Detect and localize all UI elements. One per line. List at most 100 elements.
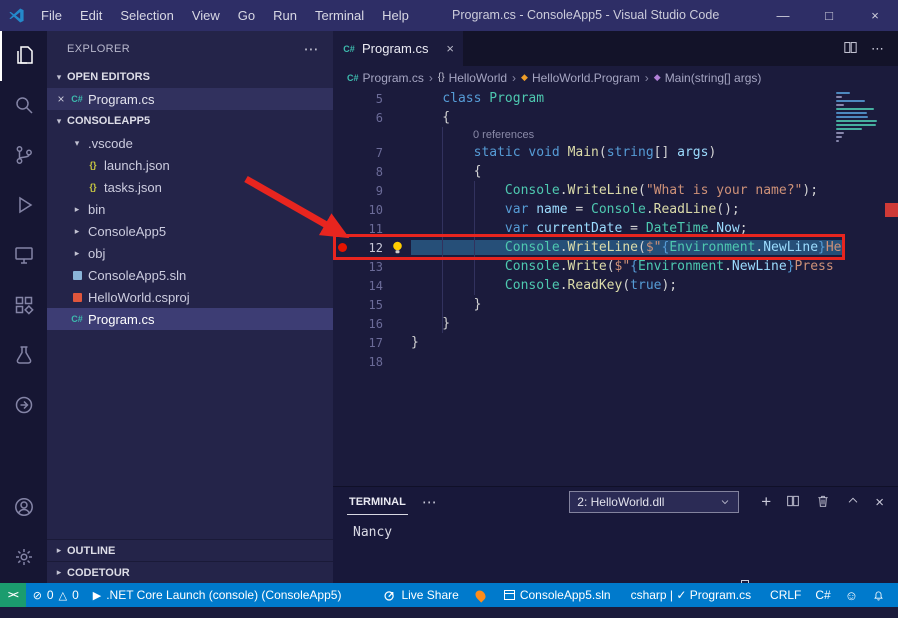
menu-run[interactable]: Run [264, 0, 306, 31]
codelens-references[interactable]: 0 references [333, 127, 898, 143]
code-text: Console.ReadKey(true); [411, 278, 677, 293]
activity-source-control[interactable] [0, 131, 47, 181]
code-line-18[interactable]: 18 [333, 352, 898, 371]
tree-item-obj[interactable]: ▸obj [47, 242, 333, 264]
activity-remote-explorer[interactable] [0, 231, 47, 281]
codetour-section-header[interactable]: ▸ CODETOUR [47, 561, 333, 583]
menu-selection[interactable]: Selection [111, 0, 182, 31]
eol-indicator[interactable]: CRLF [763, 583, 808, 607]
tree-item-label: obj [88, 246, 105, 261]
split-editor-icon[interactable] [842, 39, 859, 59]
code-line-8[interactable]: 8 { [333, 162, 898, 181]
feedback-smiley-icon[interactable]: ☺ [838, 583, 865, 607]
language-mode[interactable]: C# [808, 583, 837, 607]
menu-go[interactable]: Go [229, 0, 264, 31]
tree-item-label: .vscode [88, 136, 133, 151]
solution-indicator[interactable]: ConsoleApp5.sln [497, 583, 618, 607]
tree-item-launch-json[interactable]: {}launch.json [47, 154, 333, 176]
open-editor-program-cs[interactable]: × C# Program.cs [47, 88, 333, 110]
notifications-bell-icon[interactable] [865, 583, 892, 607]
section-label: OPEN EDITORS [67, 71, 150, 83]
tree-item-consoleapp5[interactable]: ▸ConsoleApp5 [47, 220, 333, 242]
chevron-right-icon: ▸ [51, 567, 67, 578]
menu-file[interactable]: File [32, 0, 71, 31]
maximize-panel-icon[interactable] [845, 493, 861, 512]
tree-item-helloworld-csproj[interactable]: HelloWorld.csproj [47, 286, 333, 308]
close-button[interactable]: × [852, 0, 898, 31]
code-line-7[interactable]: 7 static void Main(string[] args) [333, 143, 898, 162]
open-editors-section-header[interactable]: ▾ OPEN EDITORS [47, 66, 333, 88]
language-status[interactable]: csharp | ✓ Program.cs [624, 583, 759, 607]
menu-edit[interactable]: Edit [71, 0, 111, 31]
line-number: 8 [351, 165, 383, 179]
activity-explorer[interactable] [0, 31, 47, 81]
maximize-button[interactable]: □ [806, 0, 852, 31]
breadcrumb-item[interactable]: C#Program.cs [347, 71, 424, 85]
activity-test-explorer[interactable] [0, 331, 47, 381]
folder-section-header[interactable]: ▾ CONSOLEAPP5 [47, 110, 333, 132]
code-line-15[interactable]: 15 } [333, 295, 898, 314]
tree-item-bin[interactable]: ▸bin [47, 198, 333, 220]
live-share-button[interactable]: Live Share [376, 583, 465, 607]
remote-indicator[interactable]: >< [0, 583, 26, 607]
code-line-16[interactable]: 16 } [333, 314, 898, 333]
code-lines: 5 class Program6 {0 references7 static v… [333, 89, 898, 371]
cs-file-icon: C# [69, 314, 85, 324]
new-terminal-icon[interactable]: + [761, 494, 771, 510]
code-line-5[interactable]: 5 class Program [333, 89, 898, 108]
minimap-line [836, 136, 842, 138]
code-line-14[interactable]: 14 Console.ReadKey(true); [333, 276, 898, 295]
terminal-selector[interactable]: 2: HelloWorld.dll [569, 491, 739, 513]
editor-area: C# Program.cs × ⋯ C#Program.cs›{}HelloWo… [333, 31, 898, 583]
more-actions-icon[interactable]: ⋯ [422, 493, 437, 511]
more-actions-icon[interactable]: ⋯ [871, 41, 884, 57]
terminal-tab[interactable]: TERMINAL [347, 489, 408, 515]
activity-account[interactable] [0, 483, 47, 533]
menu-terminal[interactable]: Terminal [306, 0, 373, 31]
more-actions-icon[interactable]: ⋯ [304, 40, 319, 58]
activity-settings[interactable] [0, 533, 47, 583]
outline-section-header[interactable]: ▸ OUTLINE [47, 539, 333, 561]
menu-help[interactable]: Help [373, 0, 418, 31]
code-line-10[interactable]: 10 var name = Console.ReadLine(); [333, 200, 898, 219]
explorer-title: EXPLORER [67, 43, 130, 55]
warnings-count: 0 [72, 588, 79, 602]
status-bar-right: CRLF C# ☺ [763, 583, 898, 607]
terminal-header: TERMINAL ⋯ 2: HelloWorld.dll + × [333, 487, 898, 517]
activity-search[interactable] [0, 81, 47, 131]
kill-terminal-icon[interactable] [815, 493, 831, 512]
tree-item-label: Program.cs [88, 312, 154, 327]
activity-run-debug[interactable] [0, 181, 47, 231]
activity-live-share[interactable] [0, 381, 47, 431]
close-tab-icon[interactable]: × [446, 41, 454, 56]
debug-config-selector[interactable]: ▶ .NET Core Launch (console) (ConsoleApp… [86, 583, 349, 607]
activity-extensions[interactable] [0, 281, 47, 331]
tree-item-program-cs[interactable]: C#Program.cs [47, 308, 333, 330]
code-line-6[interactable]: 6 { [333, 108, 898, 127]
breadcrumb-item[interactable]: {}HelloWorld [438, 71, 507, 85]
code-text: static void Main(string[] args) [411, 145, 716, 160]
close-panel-icon[interactable]: × [875, 494, 884, 511]
close-editor-icon[interactable]: × [53, 92, 69, 106]
menu-view[interactable]: View [183, 0, 229, 31]
tab-label: Program.cs [362, 41, 428, 56]
flame-icon[interactable] [473, 588, 487, 602]
breadcrumb-item[interactable]: ◆Main(string[] args) [654, 71, 762, 85]
split-terminal-icon[interactable] [785, 493, 801, 512]
tree-item-tasks-json[interactable]: {}tasks.json [47, 176, 333, 198]
tab-bar: C# Program.cs × ⋯ [333, 31, 898, 66]
tree-item--vscode[interactable]: ▾.vscode [47, 132, 333, 154]
tree-item-consoleapp5-sln[interactable]: ConsoleApp5.sln [47, 264, 333, 286]
tab-program-cs[interactable]: C# Program.cs × [333, 31, 463, 66]
code-line-9[interactable]: 9 Console.WriteLine("What is your name?"… [333, 181, 898, 200]
minimize-button[interactable]: — [760, 0, 806, 31]
minimap-line [836, 132, 844, 134]
breadcrumb-item[interactable]: ◆HelloWorld.Program [521, 71, 640, 85]
section-label: OUTLINE [67, 545, 115, 557]
terminal-content[interactable]: Nancy C:\Users\thrak\source\repos\Consol… [333, 517, 898, 580]
code-line-17[interactable]: 17} [333, 333, 898, 352]
window-title: Program.cs - ConsoleApp5 - Visual Studio… [452, 0, 719, 31]
problems-indicator[interactable]: ⊘ 0 △ 0 [26, 583, 86, 607]
code-editor[interactable]: 5 class Program6 {0 references7 static v… [333, 89, 898, 486]
code-text: Console.WriteLine("What is your name?"); [411, 183, 818, 198]
